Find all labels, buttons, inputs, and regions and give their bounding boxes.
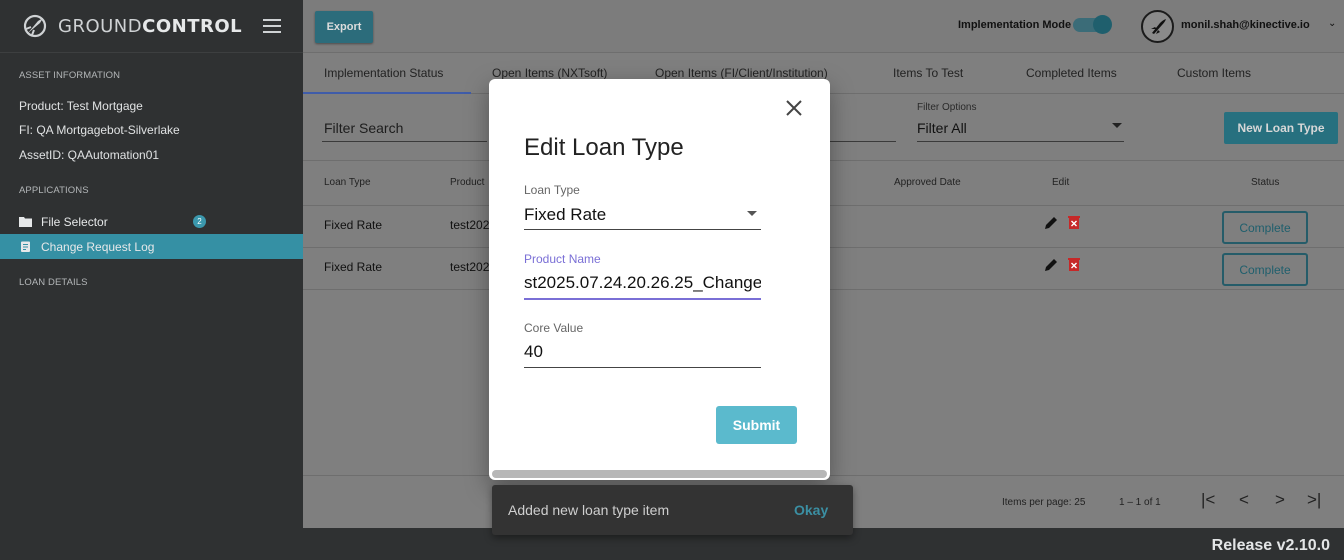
snackbar: Added new loan type item Okay xyxy=(492,485,853,535)
asset-info-title: ASSET INFORMATION xyxy=(19,70,121,81)
product-info: Product: Test Mortgage xyxy=(19,99,143,113)
sidebar: GROUNDCONTROL ASSET INFORMATION Product:… xyxy=(0,0,303,560)
tab-open-items-fi[interactable]: Open Items (FI/Client/Institution) xyxy=(655,66,828,80)
loan-type-select[interactable]: Fixed Rate xyxy=(524,205,761,225)
fi-info: FI: QA Mortgagebot-Silverlake xyxy=(19,123,180,137)
filter-options-label: Filter Options xyxy=(917,102,977,113)
chevron-down-icon[interactable]: ⌄ xyxy=(1328,18,1336,29)
first-page-icon[interactable]: |< xyxy=(1201,490,1215,510)
core-value-underline xyxy=(524,367,761,368)
rocket-ring-icon xyxy=(23,14,47,38)
top-bar: Export Implementation Mode monil.shah@ki… xyxy=(303,0,1344,53)
tab-implementation-status[interactable]: Implementation Status xyxy=(324,66,443,80)
applications-title: APPLICATIONS xyxy=(19,185,89,196)
core-value-input[interactable]: 40 xyxy=(524,342,761,362)
sidebar-item-file-selector[interactable]: File Selector 2 xyxy=(0,209,303,234)
header-product: Product xyxy=(450,177,485,188)
submit-button[interactable]: Submit xyxy=(716,406,797,444)
rocket-icon xyxy=(1150,18,1166,34)
implementation-mode-label: Implementation Mode xyxy=(958,19,1072,31)
release-version: Release v2.10.0 xyxy=(1211,537,1330,554)
file-count-badge: 2 xyxy=(193,215,206,228)
menu-icon[interactable] xyxy=(263,19,281,37)
tab-open-items-nxtsoft[interactable]: Open Items (NXTsoft) xyxy=(492,66,607,80)
filter-search-input[interactable]: Filter Search xyxy=(324,120,403,136)
dropdown-arrow-icon[interactable] xyxy=(747,211,757,216)
asset-id-info: AssetID: QAAutomation01 xyxy=(19,148,160,162)
clipboard-icon xyxy=(21,241,30,252)
page-range: 1 – 1 of 1 xyxy=(1119,497,1161,508)
snackbar-message: Added new loan type item xyxy=(508,502,670,518)
status-button[interactable]: Complete xyxy=(1222,253,1308,286)
loan-type-label: Loan Type xyxy=(524,183,580,197)
sidebar-item-label: Change Request Log xyxy=(41,239,155,254)
header-approved-date: Approved Date xyxy=(894,177,961,188)
edit-loan-type-dialog: Edit Loan Type Loan Type Fixed Rate Prod… xyxy=(489,79,830,480)
loan-details-title: LOAN DETAILS xyxy=(19,277,88,288)
filter-options-select[interactable]: Filter All xyxy=(917,120,967,136)
row-product: test202 xyxy=(450,260,490,274)
tab-custom-items[interactable]: Custom Items xyxy=(1177,66,1251,80)
avatar[interactable] xyxy=(1141,10,1174,43)
filter-options-underline xyxy=(917,141,1124,142)
filter-search-underline-end xyxy=(830,141,896,142)
header-status: Status xyxy=(1251,177,1280,188)
toggle-knob[interactable] xyxy=(1093,15,1112,34)
pencil-icon[interactable] xyxy=(1044,215,1059,230)
items-per-page[interactable]: Items per page: 25 xyxy=(1002,497,1085,508)
product-name-label: Product Name xyxy=(524,252,601,266)
row-loan-type: Fixed Rate xyxy=(324,218,383,232)
dialog-title: Edit Loan Type xyxy=(524,134,684,161)
product-name-input[interactable]: st2025.07.24.20.26.25_Changed xyxy=(524,273,761,293)
pencil-icon[interactable] xyxy=(1044,257,1059,272)
core-value-label: Core Value xyxy=(524,321,584,335)
active-tab-indicator xyxy=(303,92,471,94)
sidebar-item-change-request-log[interactable]: Change Request Log xyxy=(0,234,303,259)
tab-items-to-test[interactable]: Items To Test xyxy=(893,66,963,80)
new-loan-type-button[interactable]: New Loan Type xyxy=(1224,112,1338,144)
snackbar-okay-button[interactable]: Okay xyxy=(794,502,828,518)
status-button[interactable]: Complete xyxy=(1222,211,1308,244)
sidebar-item-label: File Selector xyxy=(41,214,108,229)
tab-completed-items[interactable]: Completed Items xyxy=(1026,66,1117,80)
user-email[interactable]: monil.shah@kinective.io xyxy=(1181,19,1310,31)
product-name-underline xyxy=(524,298,761,300)
row-product: test202 xyxy=(450,218,490,232)
dropdown-arrow-icon[interactable] xyxy=(1112,123,1122,128)
folder-icon xyxy=(19,217,32,227)
header-loan-type: Loan Type xyxy=(324,177,371,188)
loan-type-underline xyxy=(524,229,761,230)
delete-icon[interactable] xyxy=(1068,215,1080,229)
delete-icon[interactable] xyxy=(1068,257,1080,271)
prev-page-icon[interactable]: < xyxy=(1239,490,1249,510)
close-icon[interactable] xyxy=(785,99,803,117)
brand[interactable]: GROUNDCONTROL xyxy=(0,0,303,53)
row-loan-type: Fixed Rate xyxy=(324,260,383,274)
export-button[interactable]: Export xyxy=(315,11,373,43)
brand-name: GROUNDCONTROL xyxy=(58,15,243,37)
header-edit: Edit xyxy=(1052,177,1070,188)
horizontal-scrollbar[interactable] xyxy=(492,470,827,478)
filter-search-underline xyxy=(322,141,487,142)
last-page-icon[interactable]: >| xyxy=(1307,490,1321,510)
next-page-icon[interactable]: > xyxy=(1275,490,1285,510)
